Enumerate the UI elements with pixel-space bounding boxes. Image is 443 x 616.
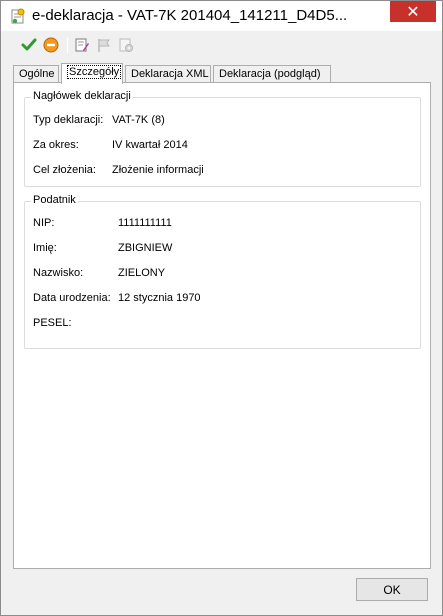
tab-label: Szczegóły	[67, 65, 122, 79]
last-name-value: ZIELONY	[118, 267, 166, 279]
edit-button[interactable]	[72, 35, 92, 55]
app-icon	[11, 8, 25, 24]
first-name-label: Imię:	[33, 242, 57, 254]
edit-document-icon	[75, 38, 89, 52]
close-icon: ✕	[406, 3, 420, 21]
details-panel: Nagłówek deklaracji Typ deklaracji: VAT-…	[13, 82, 431, 569]
nip-value: 1111111111	[118, 217, 172, 229]
purpose-value: Złożenie informacji	[112, 164, 204, 176]
nip-label: NIP:	[33, 217, 55, 229]
checkmark-icon	[21, 38, 37, 51]
ok-label: OK	[383, 582, 401, 597]
tab-deklaracja-podglad[interactable]: Deklaracja (podgląd)	[213, 65, 331, 83]
tab-label: Deklaracja (podgląd)	[219, 68, 321, 80]
type-value: VAT-7K (8)	[112, 114, 165, 126]
birth-date-label: Data urodzenia:	[33, 292, 111, 304]
group-title: Nagłówek deklaracji	[31, 90, 133, 102]
flag-button[interactable]	[94, 35, 114, 55]
pesel-label: PESEL:	[33, 317, 72, 329]
period-value: IV kwartał 2014	[112, 139, 188, 151]
toolbar	[1, 31, 442, 58]
dialog-window: e-deklaracja - VAT-7K 201404_141211_D4D5…	[0, 0, 443, 616]
birth-date-value: 12 stycznia 1970	[118, 292, 201, 304]
flag-icon	[98, 39, 110, 52]
settings-document-icon	[119, 38, 133, 52]
cancel-icon	[43, 37, 59, 53]
title-bar[interactable]: e-deklaracja - VAT-7K 201404_141211_D4D5…	[1, 1, 442, 31]
tab-deklaracja-xml[interactable]: Deklaracja XML	[125, 65, 211, 83]
window-title: e-deklaracja - VAT-7K 201404_141211_D4D5…	[32, 7, 348, 24]
close-button[interactable]: ✕	[390, 1, 436, 22]
ok-button[interactable]: OK	[356, 578, 428, 601]
tab-szczegoly[interactable]: Szczegóły	[61, 63, 123, 84]
type-label: Typ deklaracji:	[33, 114, 104, 126]
tab-ogolne[interactable]: Ogólne	[13, 65, 59, 83]
period-label: Za okres:	[33, 139, 79, 151]
tab-label: Ogólne	[19, 68, 55, 80]
purpose-label: Cel złożenia:	[33, 164, 96, 176]
accept-button[interactable]	[19, 35, 39, 55]
last-name-label: Nazwisko:	[33, 267, 84, 279]
group-title: Podatnik	[31, 194, 78, 206]
cancel-button[interactable]	[41, 35, 61, 55]
tab-label: Deklaracja XML	[131, 68, 209, 80]
settings-button[interactable]	[116, 35, 136, 55]
taxpayer-group: Podatnik NIP: 1111111111 Imię: ZBIGNIEW …	[24, 194, 421, 349]
first-name-value: ZBIGNIEW	[118, 242, 173, 254]
toolbar-separator	[67, 37, 68, 53]
header-group: Nagłówek deklaracji Typ deklaracji: VAT-…	[24, 90, 421, 187]
